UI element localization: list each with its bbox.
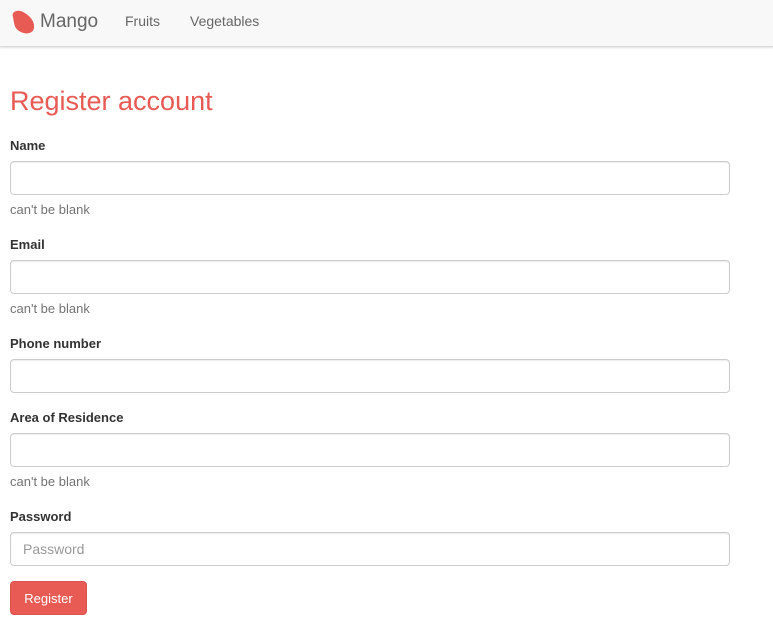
register-button[interactable]: Register: [10, 581, 87, 615]
email-label: Email: [10, 237, 45, 252]
brand-name: Mango: [40, 11, 99, 32]
area-of-residence-input[interactable]: [10, 433, 730, 467]
phone-number-label: Phone number: [10, 336, 102, 351]
area-of-residence-label: Area of Residence: [10, 410, 124, 425]
phone-number-input[interactable]: [10, 359, 730, 393]
page-title: Register account: [10, 86, 213, 116]
email-error-text: can't be blank: [10, 301, 90, 316]
name-error-text: can't be blank: [10, 202, 90, 217]
nav-link-vegetables[interactable]: Vegetables: [190, 12, 259, 30]
email-input[interactable]: [10, 260, 730, 294]
area-of-residence-error-text: can't be blank: [10, 474, 90, 489]
navbar: Mango Fruits Vegetables: [0, 0, 773, 47]
brand-link[interactable]: Mango: [8, 8, 98, 36]
password-label: Password: [10, 509, 72, 524]
nav-link-fruits[interactable]: Fruits: [125, 12, 160, 30]
name-label: Name: [10, 138, 46, 153]
mango-logo-icon: [8, 8, 36, 36]
password-input[interactable]: [10, 532, 730, 566]
name-input[interactable]: [10, 161, 730, 195]
